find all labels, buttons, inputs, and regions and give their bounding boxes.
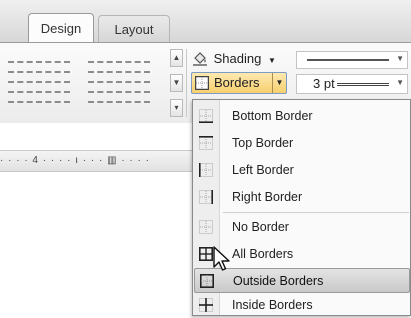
pen-weight-value: 3 pt xyxy=(313,76,335,91)
pen-weight-line xyxy=(337,83,389,86)
borders-dropdown-menu: Bottom Border Top Border Left Border Rig… xyxy=(192,99,411,316)
pen-style-dropdown[interactable]: ▼ xyxy=(296,51,408,69)
chevron-down-icon: ▼ xyxy=(396,78,404,87)
menu-item-label: Top Border xyxy=(232,136,294,150)
borders-label: Borders xyxy=(214,75,260,90)
bottom-border-icon xyxy=(199,109,213,123)
table-styles-gallery[interactable] xyxy=(0,49,182,117)
gallery-down-button[interactable]: ▼ xyxy=(170,74,183,92)
paint-bucket-icon xyxy=(193,52,207,66)
pen-weight-dropdown[interactable]: 3 pt ▼ xyxy=(296,74,408,94)
left-border-icon xyxy=(199,163,213,177)
outside-borders-icon xyxy=(200,274,214,288)
no-border-icon xyxy=(199,220,213,234)
inside-borders-icon xyxy=(199,298,213,312)
all-borders-icon xyxy=(199,247,213,261)
menu-item-inside-borders[interactable]: Inside Borders xyxy=(194,293,410,318)
borders-icon xyxy=(195,76,209,90)
menu-item-right-border[interactable]: Right Border xyxy=(194,185,410,210)
tab-layout[interactable]: Layout xyxy=(98,15,170,42)
menu-item-top-border[interactable]: Top Border xyxy=(194,131,410,156)
ribbon-separator xyxy=(186,49,187,117)
shading-label: Shading xyxy=(213,51,262,66)
menu-item-left-border[interactable]: Left Border xyxy=(194,158,410,183)
table-style-thumbnail[interactable] xyxy=(8,59,70,111)
chevron-down-icon: ▼ xyxy=(267,56,276,65)
menu-item-label: Bottom Border xyxy=(232,109,313,123)
mouse-cursor-icon xyxy=(213,246,230,271)
table-style-thumbnail[interactable] xyxy=(88,59,150,111)
gallery-up-button[interactable]: ▲ xyxy=(170,49,183,67)
tab-design[interactable]: Design xyxy=(28,13,94,42)
document-area[interactable] xyxy=(0,172,193,316)
ribbon-tab-strip: Design Layout xyxy=(0,0,411,42)
menu-item-label: All Borders xyxy=(232,247,294,261)
gallery-more-button[interactable]: ▾ xyxy=(170,99,183,117)
menu-item-label: Left Border xyxy=(232,163,294,177)
menu-item-no-border[interactable]: No Border xyxy=(194,215,410,240)
borders-button[interactable]: Borders ▼ xyxy=(191,72,287,94)
horizontal-ruler: · · · · 4 · · · · ı · · · ▥ · · · · xyxy=(0,150,193,172)
right-border-icon xyxy=(199,190,213,204)
pen-style-line xyxy=(307,59,389,61)
menu-item-label: Inside Borders xyxy=(232,298,313,312)
shading-button[interactable]: Shading ▼ xyxy=(192,49,276,69)
menu-item-bottom-border[interactable]: Bottom Border xyxy=(194,104,410,129)
top-border-icon xyxy=(199,136,213,150)
gallery-scrollbar[interactable]: ▲ ▼ ▾ xyxy=(170,49,183,117)
menu-item-label: No Border xyxy=(232,220,289,234)
menu-item-label: Outside Borders xyxy=(233,274,324,288)
menu-separator xyxy=(223,212,409,213)
menu-item-label: Right Border xyxy=(232,190,303,204)
borders-dropdown-arrow[interactable]: ▼ xyxy=(272,73,286,93)
chevron-down-icon: ▼ xyxy=(396,54,404,63)
